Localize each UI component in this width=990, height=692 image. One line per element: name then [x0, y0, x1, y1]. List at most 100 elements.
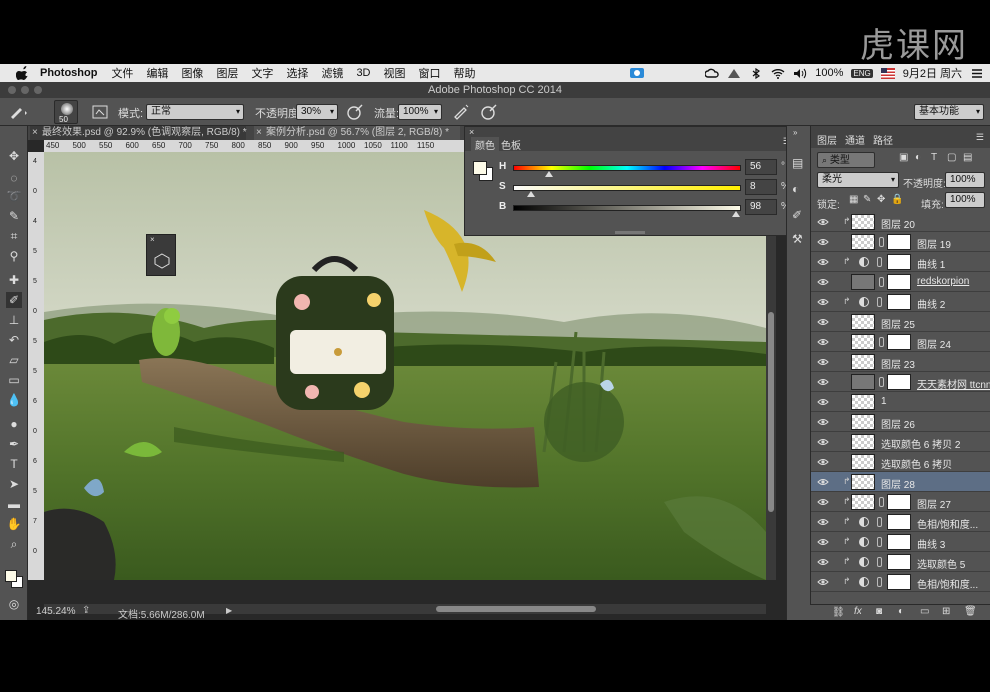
lock-paint-icon[interactable]: ✎ [863, 194, 871, 205]
layer-mask-thumbnail[interactable] [887, 234, 911, 250]
layer-row[interactable]: 选取颜色 6 拷贝 [811, 452, 990, 472]
layer-row[interactable]: ↱ 色相/饱和度... [811, 512, 990, 532]
layer-name[interactable]: 曲线 1 [917, 256, 945, 271]
menu-filter[interactable]: 滤镜 [321, 65, 343, 81]
link-icon[interactable] [877, 557, 882, 567]
layer-thumbnail[interactable] [851, 474, 875, 490]
layer-mask-thumbnail[interactable] [887, 334, 911, 350]
menu-help[interactable]: 帮助 [454, 65, 476, 81]
layer-row[interactable]: ↱ 色相/饱和度... [811, 572, 990, 592]
layer-row[interactable]: 天天素材网 ttcnn.com/... [811, 372, 990, 392]
eye-icon[interactable] [817, 357, 829, 367]
filter-shape-icon[interactable]: ▢ [947, 152, 956, 163]
layer-name[interactable]: 选取颜色 6 拷贝 [881, 456, 952, 471]
lock-all-icon[interactable]: 🔒 [891, 194, 903, 205]
crop-tool-icon[interactable]: ⌗ [6, 228, 22, 244]
eye-icon[interactable] [817, 537, 829, 547]
saturation-track[interactable] [513, 185, 741, 191]
layer-mask-thumbnail[interactable] [887, 534, 911, 550]
layer-row[interactable]: 图层 26 [811, 412, 990, 432]
eye-icon[interactable] [817, 397, 829, 407]
layer-row[interactable]: 图层 25 [811, 312, 990, 332]
stamp-tool-icon[interactable]: ⊥ [6, 312, 22, 328]
history-panel-icon[interactable]: ▤ [792, 156, 803, 170]
link-icon[interactable] [877, 537, 882, 547]
eye-icon[interactable] [817, 257, 829, 267]
panel-collapse-icon[interactable]: » [793, 128, 797, 137]
layer-row[interactable]: redskorpion [811, 272, 990, 292]
layer-name[interactable]: 曲线 2 [917, 296, 945, 311]
3d-cube-icon[interactable] [154, 253, 170, 269]
layer-name[interactable]: 图层 24 [917, 336, 951, 351]
lock-move-icon[interactable]: ✥ [877, 194, 885, 205]
chevron-down-icon[interactable]: ▾ [330, 105, 334, 119]
quick-select-tool-icon[interactable]: ✎ [6, 208, 22, 224]
layer-row[interactable]: ↱ 选取颜色 5 [811, 552, 990, 572]
layer-thumbnail[interactable] [851, 314, 875, 330]
link-icon[interactable] [879, 237, 884, 247]
eye-icon[interactable] [817, 557, 829, 567]
us-flag-icon[interactable] [880, 67, 895, 79]
eye-icon[interactable] [817, 377, 829, 387]
layer-mask-thumbnail[interactable] [887, 274, 911, 290]
hue-value[interactable]: 56 [745, 159, 777, 175]
layer-name[interactable]: 1 [881, 396, 887, 407]
lasso-tool-icon[interactable]: ➰ [6, 188, 22, 204]
tool-presets-icon[interactable]: ⚒ [792, 232, 803, 246]
eye-icon[interactable] [817, 477, 829, 487]
document-size[interactable]: 文档:5.66M/286.0M [118, 606, 205, 621]
layer-thumbnail[interactable] [851, 234, 875, 250]
layer-mask-thumbnail[interactable] [887, 554, 911, 570]
close-icon[interactable]: × [256, 126, 262, 140]
layer-blend-mode-select[interactable]: 柔光 ▾ [817, 172, 899, 188]
workspace-select[interactable]: 基本功能 ▾ [914, 104, 984, 120]
opacity-input[interactable]: 30% ▾ [296, 104, 338, 120]
menu-select[interactable]: 选择 [286, 65, 308, 81]
clock-date[interactable]: 9月2日 周六 [903, 65, 962, 81]
apple-icon[interactable] [16, 66, 30, 80]
menu-image[interactable]: 图像 [181, 65, 203, 81]
hue-slider[interactable]: H 56 ° [499, 159, 793, 177]
layer-mask-thumbnail[interactable] [887, 514, 911, 530]
history-brush-tool-icon[interactable]: ↶ [6, 332, 22, 348]
filter-pixel-icon[interactable]: ▣ [899, 152, 908, 163]
eye-icon[interactable] [817, 457, 829, 467]
path-select-tool-icon[interactable]: ➤ [6, 476, 22, 492]
saturation-value[interactable]: 8 [745, 179, 777, 195]
layer-name[interactable]: 曲线 3 [917, 536, 945, 551]
layer-name[interactable]: 图层 28 [881, 476, 915, 491]
volume-icon[interactable] [793, 68, 807, 79]
layer-thumbnail[interactable] [851, 394, 875, 410]
link-icon[interactable] [879, 377, 884, 387]
layer-thumbnail[interactable] [851, 354, 875, 370]
eye-icon[interactable] [817, 217, 829, 227]
tab-layers[interactable]: 图层 [817, 132, 837, 147]
brightness-track[interactable] [513, 205, 741, 211]
hue-knob[interactable] [545, 171, 554, 177]
tab-color[interactable]: 颜色 [471, 137, 499, 152]
dodge-tool-icon[interactable]: ● [6, 416, 22, 432]
scroll-thumb[interactable] [768, 312, 774, 512]
menu-3d[interactable]: 3D [356, 67, 370, 79]
layer-thumbnail[interactable] [851, 274, 875, 290]
lock-pixels-icon[interactable]: ▦ [849, 194, 858, 205]
layer-row[interactable]: 1 [811, 392, 990, 412]
layer-thumbnail[interactable] [851, 334, 875, 350]
eye-icon[interactable] [817, 337, 829, 347]
layer-mask-thumbnail[interactable] [887, 374, 911, 390]
trash-icon[interactable]: 🗑 [964, 606, 977, 617]
eye-icon[interactable] [817, 237, 829, 247]
layer-name[interactable]: 色相/饱和度... [917, 516, 978, 531]
link-icon[interactable] [879, 277, 884, 287]
tab-channels[interactable]: 通道 [845, 132, 865, 147]
layer-row[interactable]: ↱ 曲线 2 [811, 292, 990, 312]
layer-thumbnail[interactable] [851, 214, 875, 230]
layer-name[interactable]: redskorpion [917, 276, 969, 287]
menu-edit[interactable]: 编辑 [146, 65, 168, 81]
brush-panel-icon[interactable]: ✐ [792, 208, 802, 222]
saturation-knob[interactable] [527, 191, 536, 197]
layer-name[interactable]: 图层 19 [917, 236, 951, 251]
shape-tool-icon[interactable]: ▬ [6, 496, 22, 512]
add-mask-icon[interactable]: ◙ [876, 606, 882, 617]
pressure-opacity-icon[interactable] [346, 103, 364, 121]
